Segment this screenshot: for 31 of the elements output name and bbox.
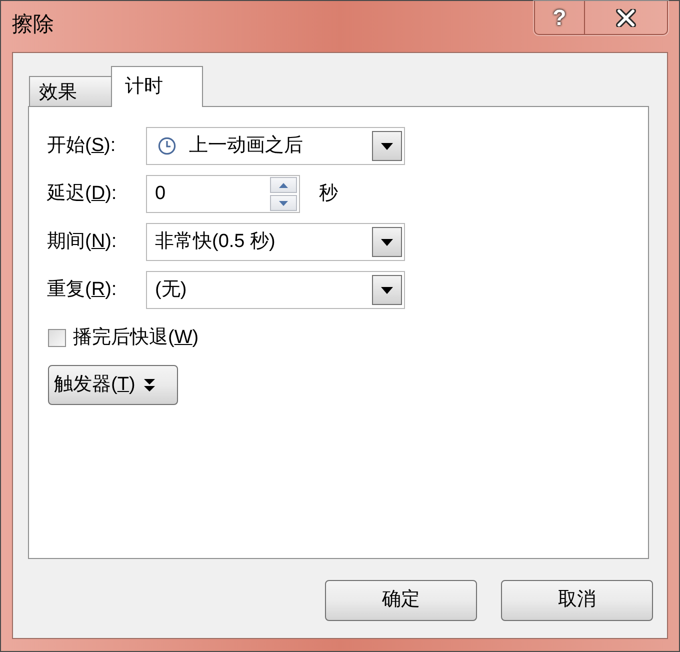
spin-up-button[interactable]: [270, 177, 297, 193]
number-field[interactable]: 0: [146, 175, 300, 213]
tab[interactable]: 计时: [111, 66, 203, 107]
checkbox[interactable]: [48, 329, 66, 347]
trigger-button[interactable]: 触发器(T): [48, 365, 178, 405]
tab[interactable]: 效果: [29, 76, 111, 106]
up-arrow-icon: [279, 182, 288, 188]
caret-icon: [381, 142, 393, 150]
close-icon: [616, 8, 636, 26]
dropdown-arrow-button[interactable]: [372, 275, 402, 305]
dropdown[interactable]: 上一动画之后: [146, 127, 405, 165]
field-label: 开始(S):: [47, 134, 117, 158]
ok-button[interactable]: 确定: [325, 580, 477, 621]
double-caret-icon: [144, 378, 156, 392]
down-arrow-icon: [279, 200, 288, 206]
field-label: 延迟(D):: [47, 182, 118, 206]
caret-icon: [381, 238, 393, 246]
field-label: 重复(R):: [47, 278, 118, 302]
spin-down-button[interactable]: [270, 195, 297, 211]
dropdown[interactable]: 非常快(0.5 秒): [146, 223, 405, 261]
close-button[interactable]: [585, 1, 667, 34]
unit-label: 秒: [319, 182, 338, 206]
dropdown-arrow-button[interactable]: [372, 131, 402, 161]
cancel-button[interactable]: 取消: [501, 580, 653, 621]
field-label: 期间(N):: [47, 230, 118, 254]
dropdown[interactable]: (无): [146, 271, 405, 309]
window-title: 擦除: [12, 12, 54, 38]
caret-icon: [381, 286, 393, 294]
clock-icon: [158, 137, 176, 155]
dropdown-arrow-button[interactable]: [372, 227, 402, 257]
checkbox-label: 播完后快退(W): [73, 326, 199, 350]
